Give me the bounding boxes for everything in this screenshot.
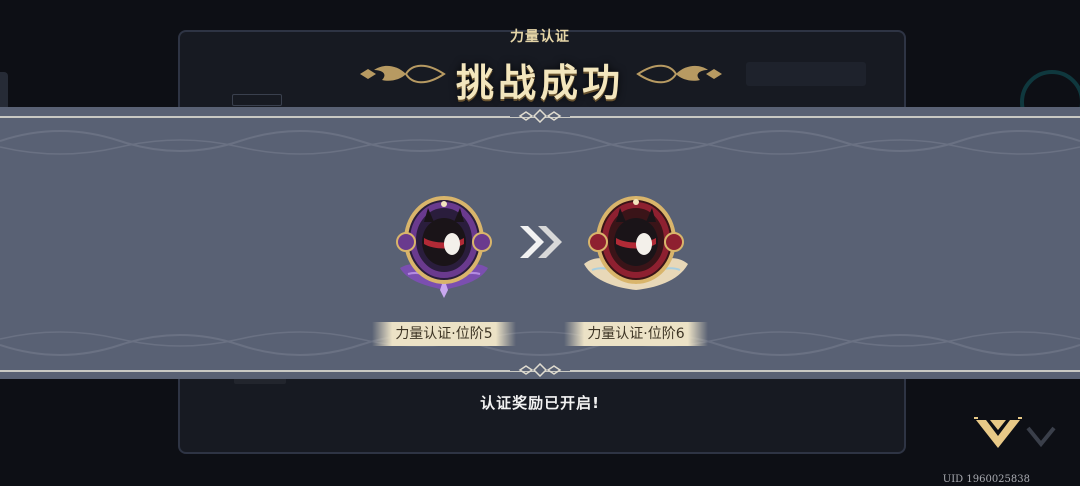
page-subtitle: 力量认证	[510, 29, 570, 45]
chevron-down-icon[interactable]	[972, 414, 1024, 454]
cat-emblem-purple-icon	[396, 196, 492, 298]
band-pattern-top	[0, 130, 1080, 155]
background-chevron-icon	[1026, 426, 1056, 448]
double-chevron-right-icon	[520, 226, 562, 258]
reward-message: 认证奖励已开启!	[480, 394, 600, 412]
rank-label-to: 力量认证·位阶6	[564, 322, 708, 346]
divider-diamond-icon	[510, 109, 570, 123]
rank-label-from: 力量认证·位阶5	[372, 322, 516, 346]
cat-emblem-red-icon	[584, 196, 688, 290]
page-title: 挑战成功	[455, 61, 624, 105]
band-pattern-bottom	[0, 331, 1080, 356]
divider-diamond-icon	[510, 363, 570, 377]
uid-label: UID 1960025838	[942, 474, 1030, 485]
